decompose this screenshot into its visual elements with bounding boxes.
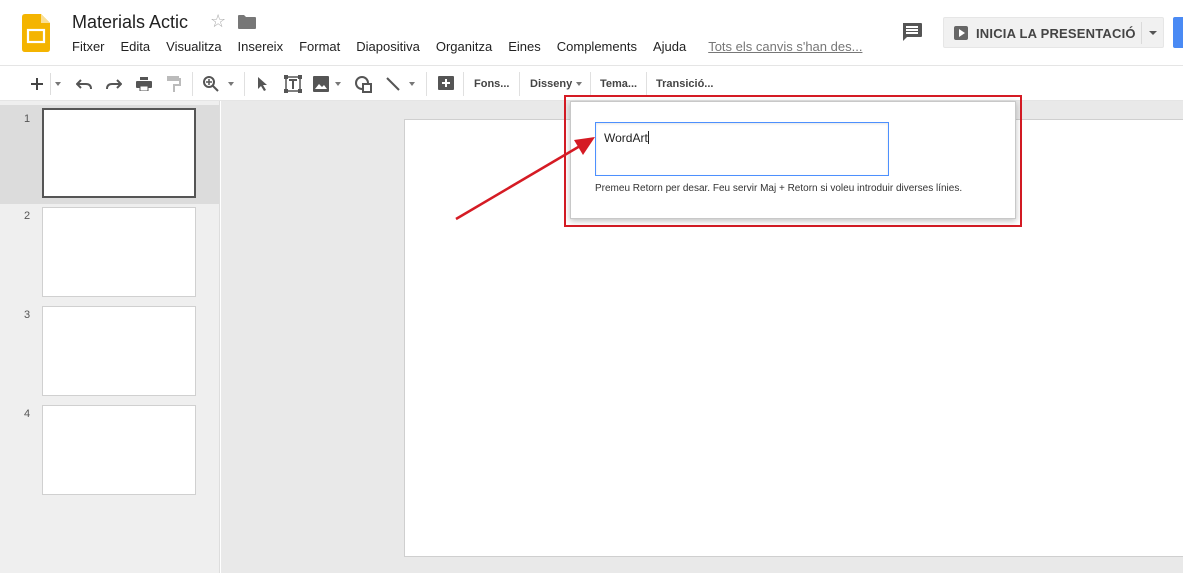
slide-number: 4: [24, 408, 31, 420]
slide-filmstrip: 1 2 3 4: [0, 101, 220, 573]
chevron-down-icon: [576, 82, 583, 86]
slide-number: 1: [24, 113, 31, 125]
zoom-dropdown[interactable]: [224, 73, 238, 95]
text-box-icon[interactable]: [282, 73, 304, 95]
background-button[interactable]: Fons...: [474, 73, 509, 95]
print-icon[interactable]: [133, 73, 155, 95]
save-status-link[interactable]: Tots els canvis s'han des...: [708, 39, 862, 57]
slide-thumbnail[interactable]: [42, 108, 196, 198]
play-icon: [954, 26, 968, 40]
toolbar-divider: [463, 72, 464, 96]
slide-number: 2: [24, 210, 31, 222]
menu-format[interactable]: Format: [299, 39, 340, 57]
top-bar: Materials Actic ☆ Fitxer Edita Visualitz…: [0, 0, 1183, 65]
new-slide-dropdown[interactable]: [50, 73, 64, 95]
slide-thumbnail-row[interactable]: 1: [0, 105, 219, 204]
toolbar-divider: [519, 72, 520, 96]
menu-slide[interactable]: Diapositiva: [356, 39, 420, 57]
slide-thumbnail[interactable]: [42, 306, 196, 396]
present-divider: [1141, 22, 1142, 44]
menu-arrange[interactable]: Organitza: [436, 39, 492, 57]
select-cursor-icon[interactable]: [252, 73, 274, 95]
toolbar-divider: [244, 72, 245, 96]
menu-edit[interactable]: Edita: [121, 39, 151, 57]
slide-number: 3: [24, 309, 31, 321]
image-dropdown[interactable]: [332, 73, 344, 95]
menu-view[interactable]: Visualitza: [166, 39, 221, 57]
redo-icon[interactable]: [103, 73, 125, 95]
slide-thumbnail[interactable]: [42, 405, 196, 495]
wordart-input[interactable]: WordArt: [595, 122, 889, 176]
shape-icon[interactable]: [352, 73, 374, 95]
slide-thumbnail-row[interactable]: 2: [0, 204, 219, 303]
add-comment-icon[interactable]: [435, 73, 457, 95]
toolbar-divider: [426, 72, 427, 96]
undo-icon[interactable]: [73, 73, 95, 95]
line-dropdown[interactable]: [406, 73, 418, 95]
menu-tools[interactable]: Eines: [508, 39, 541, 57]
paint-format-icon[interactable]: [163, 73, 185, 95]
menu-file[interactable]: Fitxer: [72, 39, 105, 57]
zoom-icon[interactable]: [200, 73, 222, 95]
menu-addons[interactable]: Complements: [557, 39, 637, 57]
menu-help[interactable]: Ajuda: [653, 39, 686, 57]
text-cursor: [647, 131, 649, 144]
layout-button-label: Disseny: [530, 78, 573, 90]
wordart-hint: Premeu Retorn per desar. Feu servir Maj …: [595, 183, 963, 194]
wordart-input-value: WordArt: [604, 131, 648, 145]
share-button[interactable]: [1173, 17, 1183, 48]
chevron-down-icon[interactable]: [1149, 31, 1157, 35]
slide-thumbnail-row[interactable]: 4: [0, 402, 219, 501]
transition-button[interactable]: Transició...: [656, 73, 713, 95]
slide-thumbnail-row[interactable]: 3: [0, 303, 219, 402]
star-outline-icon[interactable]: ☆: [210, 11, 226, 32]
wordart-dialog: WordArt Premeu Retorn per desar. Feu ser…: [570, 101, 1016, 219]
toolbar-divider: [646, 72, 647, 96]
layout-button[interactable]: Disseny: [530, 73, 583, 95]
theme-button[interactable]: Tema...: [600, 73, 637, 95]
line-icon[interactable]: [382, 73, 404, 95]
slide-thumbnail[interactable]: [42, 207, 196, 297]
present-button[interactable]: INICIA LA PRESENTACIÓ: [943, 17, 1164, 48]
google-slides-icon[interactable]: [22, 14, 50, 52]
present-button-label: INICIA LA PRESENTACIÓ: [976, 26, 1136, 41]
plus-icon[interactable]: [26, 73, 48, 95]
menu-insert[interactable]: Insereix: [238, 39, 284, 57]
folder-icon[interactable]: [238, 15, 256, 29]
image-icon[interactable]: [310, 73, 332, 95]
document-title[interactable]: Materials Actic: [72, 12, 188, 33]
menu-bar: Fitxer Edita Visualitza Insereix Format …: [72, 39, 878, 57]
toolbar-divider: [590, 72, 591, 96]
comment-icon[interactable]: [901, 22, 923, 42]
toolbar-divider: [192, 72, 193, 96]
